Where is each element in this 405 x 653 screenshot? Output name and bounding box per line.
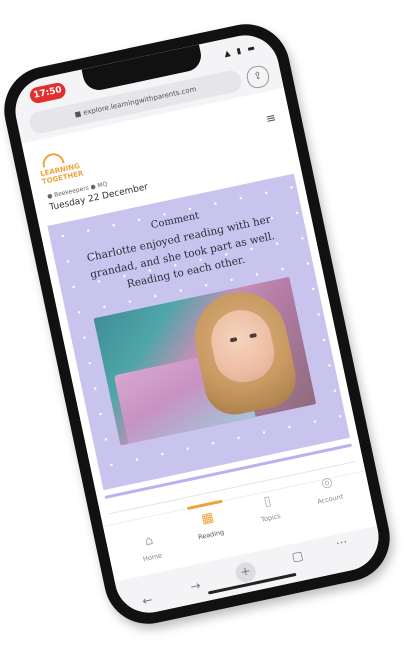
status-time: 17:50 [28,81,67,105]
home-icon: ⌂ [143,533,155,550]
web-page: LEARNING TOGETHER ≡ ● Beekeepers ● MQ Tue… [21,87,369,543]
comment-card: Comment Charlotte enjoyed reading with h… [47,173,350,491]
tab-label: Home [142,551,163,564]
tab-topics[interactable]: ▯ Topics [239,489,300,528]
more-icon[interactable]: ··· [328,531,355,554]
forward-arrow-icon[interactable]: → [182,575,209,598]
menu-icon[interactable]: ≡ [264,110,277,126]
status-icons: ▲ ▮ ▬ [223,42,258,59]
tab-reading[interactable]: ▦ Reading [179,499,240,544]
stage: 17:50 ▲ ▮ ▬ ■ explore.learningwithparent… [0,0,405,653]
tab-home[interactable]: ⌂ Home [120,528,181,567]
tabs-icon[interactable]: ▢ [284,545,311,568]
tab-label: Reading [197,528,225,542]
site-logo[interactable]: LEARNING TOGETHER [37,150,84,186]
child-reading-photo [93,276,317,446]
back-arrow-icon[interactable]: ← [134,589,161,612]
phone-screen: 17:50 ▲ ▮ ▬ ■ explore.learningwithparent… [9,29,385,619]
tab-label: Account [316,492,344,506]
tab-label: Topics [260,511,282,524]
phone-frame: 17:50 ▲ ▮ ▬ ■ explore.learningwithparent… [0,16,398,632]
share-icon[interactable]: ⇪ [244,63,272,90]
